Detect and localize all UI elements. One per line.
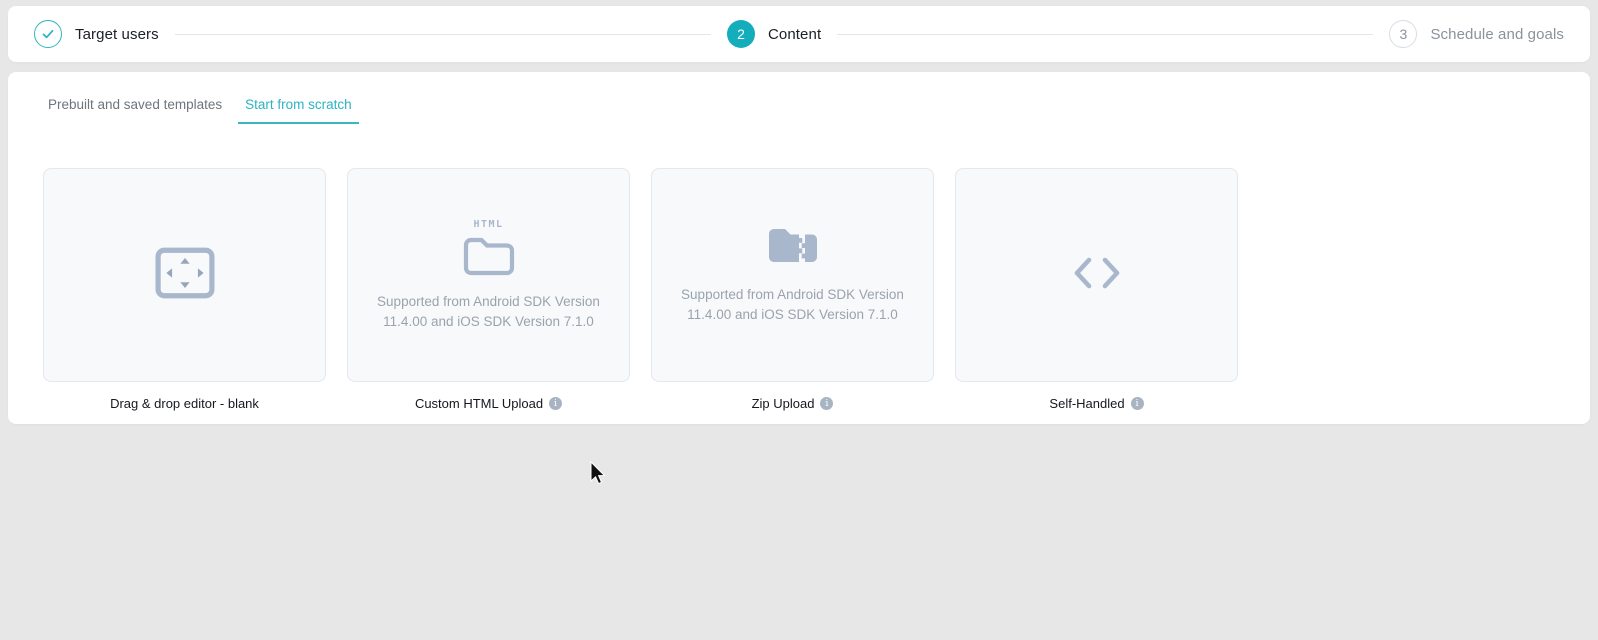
step-label-content: Content (768, 26, 821, 43)
card-label-drag-drop: Drag & drop editor - blank (110, 396, 259, 411)
card-col-zip: Supported from Android SDK Version 11.4.… (651, 168, 934, 411)
stepper-connector (837, 34, 1373, 35)
self-handled-card[interactable] (955, 168, 1238, 382)
step-target-users[interactable]: Target users (34, 20, 159, 48)
card-label-row: Zip Upload i (651, 396, 934, 411)
card-label-self-handled: Self-Handled (1049, 396, 1124, 411)
content-panel: Prebuilt and saved templates Start from … (8, 72, 1590, 424)
card-label-row: Self-Handled i (955, 396, 1238, 411)
drag-drop-editor-card[interactable] (43, 168, 326, 382)
code-brackets-icon (1071, 255, 1123, 296)
html-folder-icon: HTML (462, 219, 516, 277)
card-col-custom-html: HTML Supported from Android SDK Version … (347, 168, 630, 411)
wizard-stepper: Target users 2 Content 3 Schedule and go… (8, 6, 1590, 62)
card-col-self-handled: Self-Handled i (955, 168, 1238, 411)
stepper-connector (175, 34, 711, 35)
content-type-cards: Drag & drop editor - blank HTML Supporte… (43, 168, 1590, 411)
sdk-support-note: Supported from Android SDK Version 11.4.… (681, 285, 904, 324)
mouse-cursor-icon (589, 461, 607, 492)
card-label-row: Drag & drop editor - blank (43, 396, 326, 411)
step-label-schedule-goals: Schedule and goals (1430, 26, 1564, 43)
step-number-badge: 2 (727, 20, 755, 48)
tab-prebuilt-templates[interactable]: Prebuilt and saved templates (41, 97, 229, 124)
card-col-drag-drop: Drag & drop editor - blank (43, 168, 326, 411)
zip-upload-card[interactable]: Supported from Android SDK Version 11.4.… (651, 168, 934, 382)
info-icon[interactable]: i (820, 397, 833, 410)
info-icon[interactable]: i (549, 397, 562, 410)
card-label-row: Custom HTML Upload i (347, 396, 630, 411)
html-icon-text: HTML (473, 219, 503, 230)
info-icon[interactable]: i (1131, 397, 1144, 410)
card-label-zip: Zip Upload (752, 396, 815, 411)
custom-html-upload-card[interactable]: HTML Supported from Android SDK Version … (347, 168, 630, 382)
card-label-custom-html: Custom HTML Upload (415, 396, 543, 411)
step-completed-check-icon (34, 20, 62, 48)
sdk-support-note: Supported from Android SDK Version 11.4.… (377, 292, 600, 331)
step-label-target-users: Target users (75, 26, 159, 43)
drag-drop-expand-icon (155, 247, 215, 304)
step-schedule-and-goals[interactable]: 3 Schedule and goals (1389, 20, 1564, 48)
zip-folder-icon (766, 225, 820, 270)
step-number-badge: 3 (1389, 20, 1417, 48)
step-content[interactable]: 2 Content (727, 20, 821, 48)
tab-start-from-scratch[interactable]: Start from scratch (238, 97, 359, 124)
template-source-tabs: Prebuilt and saved templates Start from … (41, 97, 1590, 124)
